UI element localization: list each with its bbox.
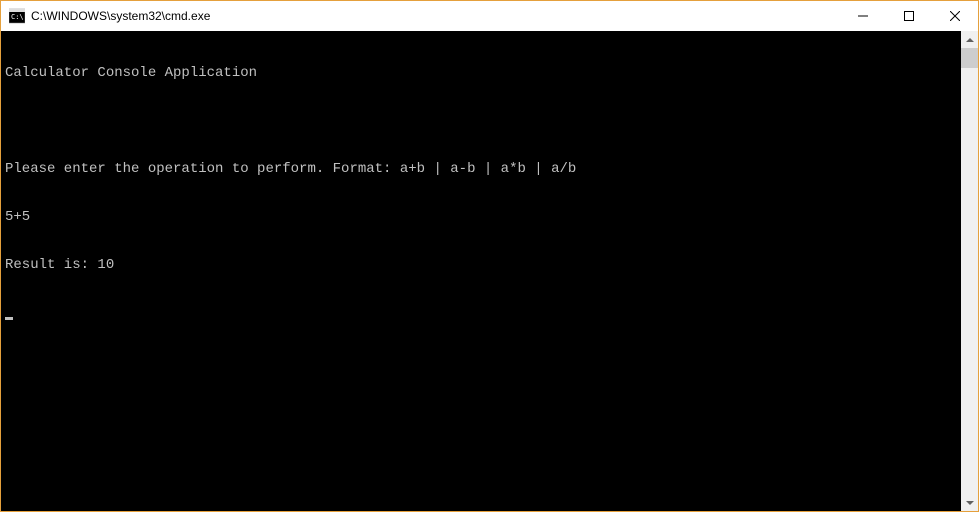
cmd-window: C:\ C:\WINDOWS\system32\cmd.exe Calculat…	[0, 0, 979, 512]
close-button[interactable]	[932, 1, 978, 31]
window-controls	[840, 1, 978, 31]
svg-text:C:\: C:\	[11, 13, 24, 21]
vertical-scrollbar[interactable]	[961, 31, 978, 511]
cursor-icon	[5, 317, 13, 320]
maximize-button[interactable]	[886, 1, 932, 31]
minimize-button[interactable]	[840, 1, 886, 31]
scroll-up-button[interactable]	[961, 31, 978, 48]
scroll-thumb[interactable]	[961, 48, 978, 68]
chevron-up-icon	[966, 38, 974, 42]
window-title: C:\WINDOWS\system32\cmd.exe	[31, 9, 840, 23]
console-output[interactable]: Calculator Console Application Please en…	[1, 31, 961, 511]
cmd-icon: C:\	[9, 8, 25, 24]
console-line: Please enter the operation to perform. F…	[5, 161, 957, 177]
console-line: 5+5	[5, 209, 957, 225]
console-line	[5, 113, 957, 129]
chevron-down-icon	[966, 501, 974, 505]
console-line: Calculator Console Application	[5, 65, 957, 81]
console-line: Result is: 10	[5, 257, 957, 273]
cursor-line	[5, 305, 957, 321]
titlebar[interactable]: C:\ C:\WINDOWS\system32\cmd.exe	[1, 1, 978, 31]
scroll-down-button[interactable]	[961, 494, 978, 511]
console-area: Calculator Console Application Please en…	[1, 31, 978, 511]
scroll-track[interactable]	[961, 48, 978, 494]
